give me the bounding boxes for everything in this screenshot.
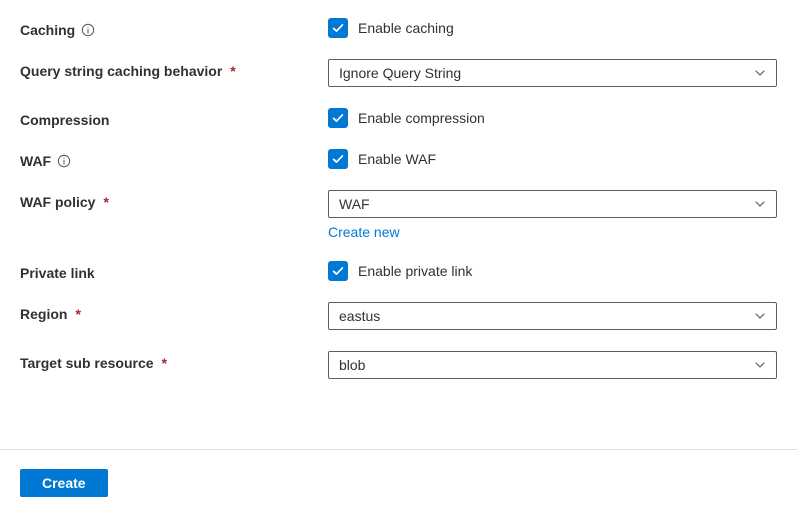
region-select[interactable]: eastus <box>328 302 777 330</box>
form-area: Caching Enable caching Query string cach… <box>0 0 797 379</box>
create-new-link[interactable]: Create new <box>328 224 400 240</box>
row-waf: WAF Enable WAF <box>20 149 777 169</box>
query-string-input-col: Ignore Query String <box>328 59 777 87</box>
chevron-down-icon <box>754 310 766 322</box>
enable-waf-label: Enable WAF <box>358 151 436 167</box>
footer: Create <box>0 451 128 515</box>
chevron-down-icon <box>754 359 766 371</box>
label-waf-text: WAF <box>20 153 51 169</box>
label-query-string: Query string caching behavior * <box>20 59 328 79</box>
row-target-sub: Target sub resource * blob <box>20 351 777 379</box>
chevron-down-icon <box>754 67 766 79</box>
waf-policy-input-col: WAF Create new <box>328 190 777 240</box>
region-input-col: eastus <box>328 302 777 330</box>
row-waf-policy: WAF policy * WAF Create new <box>20 190 777 240</box>
label-compression: Compression <box>20 108 328 128</box>
waf-checkbox-wrap: Enable WAF <box>328 149 777 169</box>
target-sub-value: blob <box>339 357 365 373</box>
waf-policy-select[interactable]: WAF <box>328 190 777 218</box>
enable-caching-label: Enable caching <box>358 20 454 36</box>
query-string-value: Ignore Query String <box>339 65 461 81</box>
label-caching: Caching <box>20 18 328 38</box>
footer-separator <box>0 449 797 450</box>
label-private-link-text: Private link <box>20 265 95 281</box>
private-link-input-col: Enable private link <box>328 261 777 281</box>
chevron-down-icon <box>754 198 766 210</box>
label-query-string-text: Query string caching behavior <box>20 63 222 79</box>
required-marker: * <box>162 355 167 371</box>
label-waf-policy: WAF policy * <box>20 190 328 210</box>
label-waf-policy-text: WAF policy <box>20 194 95 210</box>
enable-compression-label: Enable compression <box>358 110 485 126</box>
private-link-checkbox-wrap: Enable private link <box>328 261 777 281</box>
row-compression: Compression Enable compression <box>20 108 777 128</box>
waf-input-col: Enable WAF <box>328 149 777 169</box>
enable-private-link-label: Enable private link <box>358 263 472 279</box>
target-sub-input-col: blob <box>328 351 777 379</box>
enable-caching-checkbox[interactable] <box>328 18 348 38</box>
label-waf: WAF <box>20 149 328 169</box>
row-query-string: Query string caching behavior * Ignore Q… <box>20 59 777 87</box>
caching-checkbox-wrap: Enable caching <box>328 18 777 38</box>
target-sub-select[interactable]: blob <box>328 351 777 379</box>
required-marker: * <box>103 194 108 210</box>
row-region: Region * eastus <box>20 302 777 330</box>
waf-policy-value: WAF <box>339 196 370 212</box>
label-target-sub: Target sub resource * <box>20 351 328 371</box>
required-marker: * <box>75 306 80 322</box>
enable-private-link-checkbox[interactable] <box>328 261 348 281</box>
required-marker: * <box>230 63 235 79</box>
label-region-text: Region <box>20 306 67 322</box>
enable-compression-checkbox[interactable] <box>328 108 348 128</box>
compression-checkbox-wrap: Enable compression <box>328 108 777 128</box>
caching-input-col: Enable caching <box>328 18 777 38</box>
info-icon[interactable] <box>57 154 71 168</box>
label-target-sub-text: Target sub resource <box>20 355 154 371</box>
label-compression-text: Compression <box>20 112 109 128</box>
label-private-link: Private link <box>20 261 328 281</box>
query-string-select[interactable]: Ignore Query String <box>328 59 777 87</box>
row-caching: Caching Enable caching <box>20 18 777 38</box>
info-icon[interactable] <box>81 23 95 37</box>
label-region: Region * <box>20 302 328 322</box>
row-private-link: Private link Enable private link <box>20 261 777 281</box>
create-button[interactable]: Create <box>20 469 108 497</box>
compression-input-col: Enable compression <box>328 108 777 128</box>
region-value: eastus <box>339 308 380 324</box>
label-caching-text: Caching <box>20 22 75 38</box>
enable-waf-checkbox[interactable] <box>328 149 348 169</box>
